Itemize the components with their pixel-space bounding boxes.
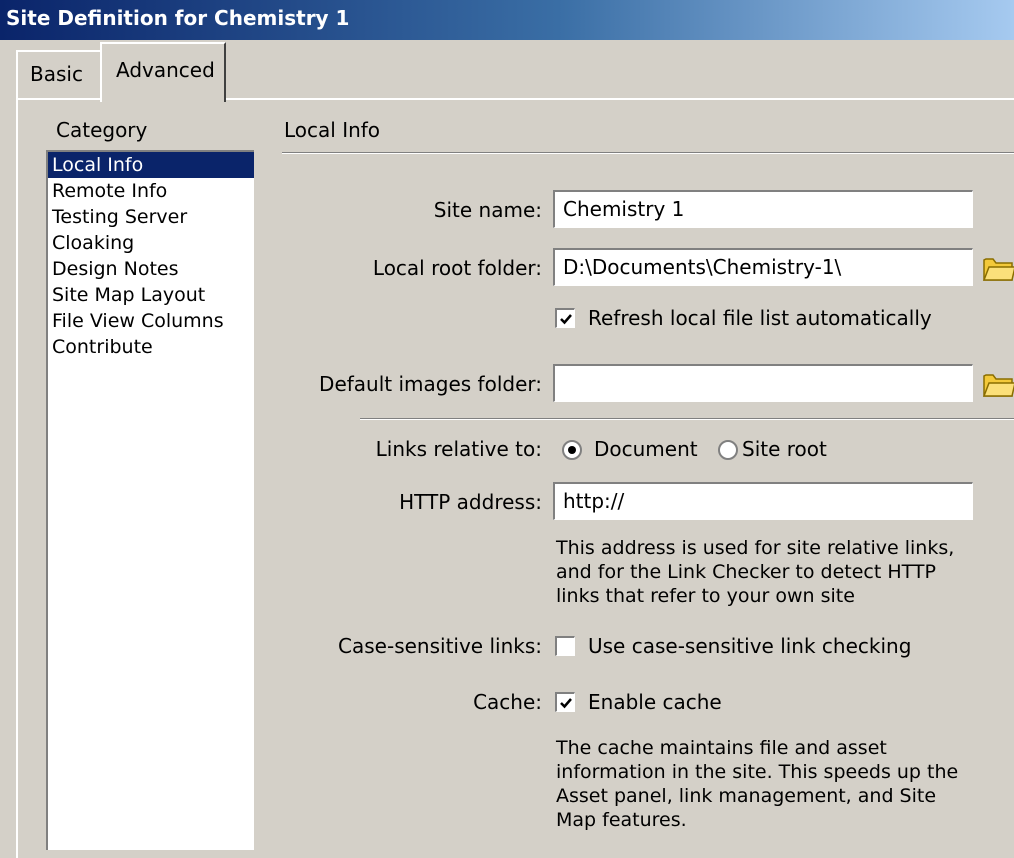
window-title: Site Definition for Chemistry 1 [6, 6, 350, 30]
tab-advanced-label: Advanced [116, 58, 215, 82]
tab-strip: Basic Advanced [0, 40, 1014, 102]
tab-advanced[interactable]: Advanced [100, 42, 226, 102]
tab-basic-label: Basic [30, 62, 83, 86]
tab-page-frame [16, 98, 1014, 858]
title-bar[interactable]: Site Definition for Chemistry 1 [0, 0, 1014, 40]
tab-basic[interactable]: Basic [16, 50, 102, 100]
